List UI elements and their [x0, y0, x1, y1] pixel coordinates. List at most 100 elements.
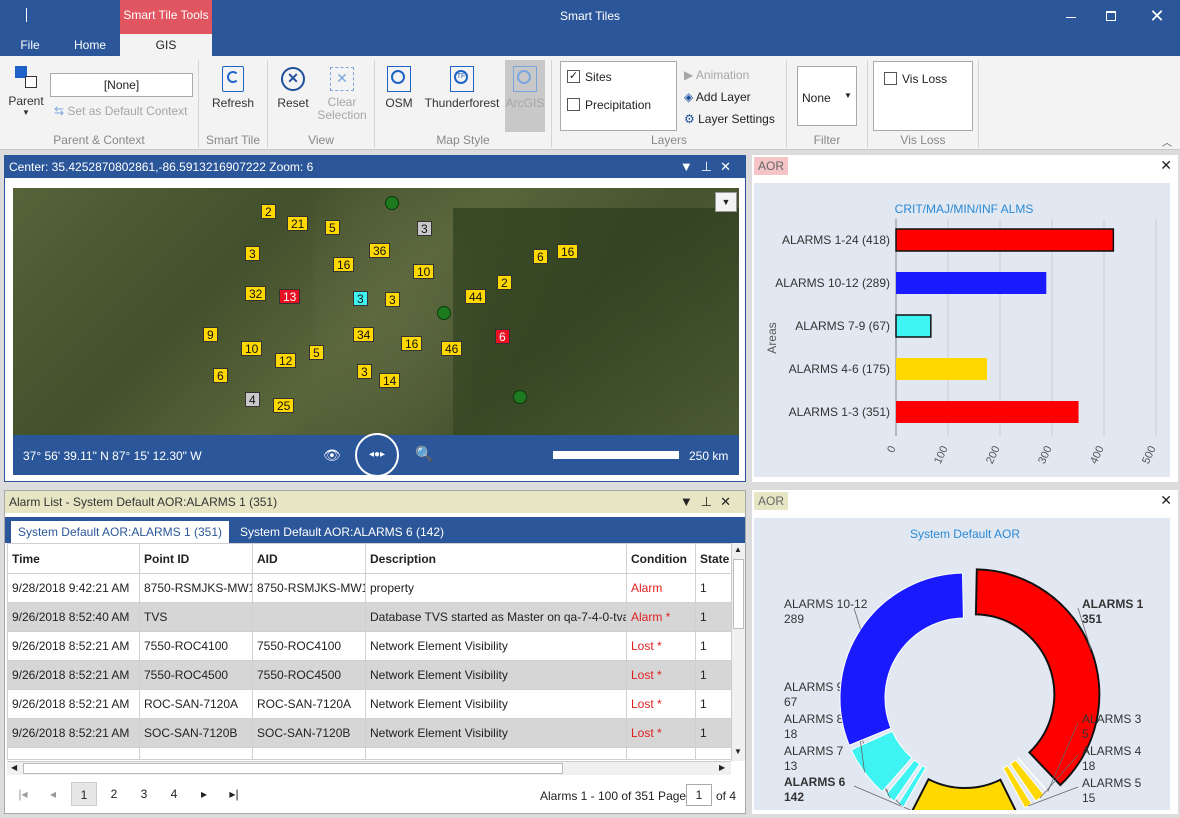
map-marker[interactable]: 6 — [495, 329, 510, 344]
tab-file[interactable]: File — [8, 34, 52, 56]
map-marker[interactable]: 2 — [261, 204, 276, 219]
column-header[interactable]: Condition — [626, 543, 696, 574]
page-1[interactable]: 1 — [71, 782, 97, 806]
close-icon[interactable]: ✕ — [1160, 492, 1172, 509]
table-row[interactable]: 9/26/2018 8:52:21 AM 7550-ROC4500 7550-ROC… — [7, 660, 731, 690]
map-canvas[interactable]: ▼ 2 21 5 3 3 36 16 16 10 6 2 32 13 3 3 44 9 34 16 46 6 10 12 5 6… — [13, 188, 739, 435]
set-default-context-button[interactable]: ⇆ Set as Default Context — [54, 104, 204, 118]
map-marker[interactable]: 4 — [245, 392, 260, 407]
map-marker[interactable]: 13 — [279, 289, 301, 304]
next-page-icon[interactable]: ▸ — [191, 782, 217, 806]
scroll-thumb[interactable] — [733, 559, 744, 629]
map-marker[interactable]: 36 — [369, 243, 391, 258]
bar[interactable] — [896, 401, 1079, 423]
map-marker[interactable]: 16 — [401, 336, 423, 351]
reset-button[interactable]: ✕ Reset — [272, 64, 314, 110]
map-marker[interactable]: 25 — [273, 398, 295, 413]
map-marker[interactable]: 14 — [379, 373, 401, 388]
clear-selection-button[interactable]: ✕ Clear Selection — [316, 64, 368, 122]
tab-home[interactable]: Home — [62, 34, 118, 56]
close-icon[interactable]: ✕ — [720, 159, 739, 174]
map-marker[interactable]: 12 — [275, 353, 297, 368]
bar[interactable] — [895, 314, 932, 338]
add-layer-button[interactable]: ◈ Add Layer — [684, 90, 751, 104]
column-header[interactable]: Time — [7, 543, 140, 574]
filter-dropdown[interactable]: None ▼ — [797, 66, 857, 126]
page-input[interactable]: 1 — [686, 784, 712, 806]
thunderforest-button[interactable]: TF Thunderforest — [422, 64, 502, 110]
bar[interactable] — [896, 358, 987, 380]
map-marker[interactable]: 16 — [333, 257, 355, 272]
eye-icon[interactable]: 👁 — [323, 447, 341, 464]
last-page-icon[interactable]: ▸| — [221, 782, 247, 806]
map-marker[interactable]: 5 — [309, 345, 324, 360]
table-row[interactable]: 9/26/2018 8:52:40 AM TVS Database TVS star… — [7, 602, 731, 632]
map-marker[interactable]: 6 — [213, 368, 228, 383]
map-marker[interactable]: 10 — [241, 341, 263, 356]
map-marker[interactable]: 3 — [357, 364, 372, 379]
map-marker[interactable]: 6 — [533, 249, 548, 264]
maximize-icon[interactable] — [1102, 8, 1122, 26]
dropdown-icon[interactable]: ▼ — [680, 494, 701, 509]
table-row[interactable]: 9/26/2018 8:52:21 AM ROC-SAN-7120A ROC-SAN… — [7, 689, 731, 719]
parent-button[interactable]: Parent ▼ — [6, 62, 46, 117]
map-marker[interactable]: 5 — [325, 220, 340, 235]
layer-settings-button[interactable]: ⚙ Layer Settings — [684, 112, 775, 126]
map-marker[interactable]: 16 — [557, 244, 579, 259]
map-marker[interactable]: 3 — [353, 291, 368, 306]
column-header[interactable]: State — [695, 543, 731, 574]
map-marker[interactable]: 34 — [353, 327, 375, 342]
zoom-icon[interactable]: 🔍 — [415, 445, 434, 463]
column-header[interactable]: Point ID — [139, 543, 253, 574]
osm-button[interactable]: OSM — [380, 64, 418, 110]
donut-slice[interactable] — [907, 777, 1021, 818]
column-header[interactable]: AID — [252, 543, 366, 574]
pin-icon[interactable]: ⊥ — [701, 159, 720, 174]
map-marker[interactable]: 2 — [497, 275, 512, 290]
close-icon[interactable]: ✕ — [1146, 4, 1168, 28]
tab-alarms-1[interactable]: System Default AOR:ALARMS 1 (351) — [11, 521, 229, 543]
tab-alarms-6[interactable]: System Default AOR:ALARMS 6 (142) — [237, 521, 447, 543]
tab-gis[interactable]: GIS — [120, 34, 212, 56]
map-marker[interactable]: 3 — [417, 221, 432, 236]
map-marker[interactable]: 46 — [441, 341, 463, 356]
pan-control-icon[interactable]: ◂●▸ — [355, 433, 399, 477]
scroll-right-icon[interactable]: ▶ — [719, 763, 725, 772]
scroll-h-thumb[interactable] — [23, 763, 563, 774]
site-marker-icon[interactable] — [513, 390, 527, 404]
column-header[interactable]: Description — [365, 543, 627, 574]
table-row[interactable]: 9/26/2018 8:52:21 AM SOC-SAN-7120B SOC-SAN… — [7, 718, 731, 748]
site-marker-icon[interactable] — [437, 306, 451, 320]
map-marker[interactable]: 9 — [203, 327, 218, 342]
page-2[interactable]: 2 — [101, 782, 127, 806]
map-marker[interactable]: 3 — [245, 246, 260, 261]
close-icon[interactable]: ✕ — [1160, 157, 1172, 174]
dropdown-icon[interactable]: ▼ — [680, 159, 701, 174]
first-page-icon[interactable]: |◂ — [10, 782, 36, 806]
page-3[interactable]: 3 — [131, 782, 157, 806]
horizontal-scrollbar[interactable]: ◀ ▶ — [7, 761, 731, 775]
scroll-left-icon[interactable]: ◀ — [11, 763, 17, 772]
map-marker[interactable]: 10 — [413, 264, 435, 279]
vertical-scrollbar[interactable]: ▲ ▼ — [731, 543, 745, 761]
prev-page-icon[interactable]: ◂ — [40, 782, 66, 806]
bar[interactable] — [896, 272, 1047, 294]
map-marker[interactable]: 3 — [385, 292, 400, 307]
map-marker[interactable]: 21 — [287, 216, 309, 231]
table-row[interactable]: 9/28/2018 9:42:21 AM 8750-RSMJKS-MW1 8750-… — [7, 573, 731, 603]
map-marker[interactable]: 32 — [245, 286, 267, 301]
bar[interactable] — [895, 228, 1115, 252]
close-icon[interactable]: ✕ — [720, 494, 739, 509]
collapse-ribbon-icon[interactable]: ︿ — [1162, 134, 1172, 149]
map-layer-dropdown[interactable]: ▼ — [715, 192, 737, 212]
parent-context-combo[interactable]: [None] — [50, 73, 193, 97]
map-marker[interactable]: 44 — [465, 289, 487, 304]
page-4[interactable]: 4 — [161, 782, 187, 806]
refresh-button[interactable]: Refresh — [208, 64, 258, 110]
pin-icon[interactable]: ⊥ — [701, 494, 720, 509]
scroll-up-icon[interactable]: ▲ — [734, 545, 742, 554]
site-marker-icon[interactable] — [385, 196, 399, 210]
scroll-down-icon[interactable]: ▼ — [734, 747, 742, 756]
animation-button[interactable]: ▶ Animation — [684, 68, 749, 82]
table-row[interactable]: 9/26/2018 8:52:21 AM 7550-ROC4100 7550-ROC… — [7, 631, 731, 661]
